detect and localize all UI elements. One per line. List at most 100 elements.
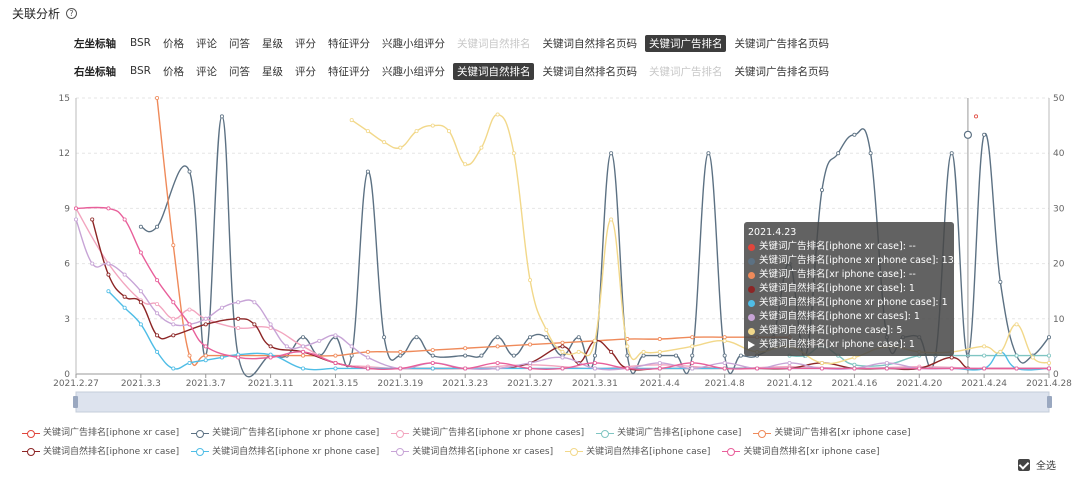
x-tick-label: 2021.3.15	[313, 379, 359, 389]
data-point	[284, 344, 289, 349]
data-point	[187, 353, 192, 358]
legend-circle-icon	[391, 429, 410, 439]
data-point	[171, 333, 176, 338]
data-point	[722, 335, 727, 340]
data-point	[252, 300, 257, 305]
data-point	[138, 300, 143, 305]
select-all-toggle[interactable]: 全选	[1018, 457, 1056, 472]
legend-item[interactable]: 关键词自然排名[xr iphone case]	[722, 445, 880, 460]
data-point	[398, 349, 403, 354]
data-point	[544, 327, 549, 332]
data-point	[528, 335, 533, 340]
data-point	[576, 349, 581, 354]
data-point	[138, 250, 143, 255]
data-point	[819, 366, 824, 371]
data-point	[219, 114, 224, 119]
data-point	[106, 261, 111, 266]
data-point	[138, 322, 143, 327]
legend-circle-icon	[565, 447, 584, 457]
data-point	[674, 353, 679, 358]
legend-item[interactable]: 关键词广告排名[iphone xr case]	[22, 426, 179, 441]
color-dot-icon	[748, 285, 755, 293]
checkbox-checked-icon[interactable]	[1018, 458, 1030, 471]
legend-label: 关键词广告排名[iphone xr phone case]	[212, 428, 380, 438]
data-point	[852, 132, 857, 137]
data-point	[365, 349, 370, 354]
tooltip-row: 关键词广告排名[iphone xr case]: --	[748, 240, 950, 254]
data-point	[155, 333, 160, 338]
data-point	[398, 366, 403, 371]
y-right-tick-label: 50	[1053, 94, 1065, 104]
x-tick-label: 2021.3.7	[186, 379, 226, 389]
data-point	[1014, 322, 1019, 327]
data-point	[155, 349, 160, 354]
data-point	[187, 360, 192, 365]
y-left-tick-label: 3	[64, 315, 70, 325]
data-point	[122, 217, 127, 222]
data-point	[74, 217, 79, 222]
tooltip-row-text: 关键词广告排名[xr iphone case]: --	[759, 269, 916, 280]
data-point	[171, 366, 176, 371]
data-point	[171, 243, 176, 248]
data-point	[544, 335, 549, 340]
legend-item[interactable]: 关键词广告排名[iphone xr phone cases]	[391, 426, 584, 441]
tooltip-row-text: 关键词自然排名[xr iphone case]: 1	[759, 339, 915, 350]
x-tick-label: 2021.4.8	[705, 379, 745, 389]
legend-label: 关键词自然排名[iphone xr phone case]	[212, 446, 380, 457]
data-point	[398, 145, 403, 150]
data-point	[236, 325, 241, 330]
x-tick-label: 2021.4.16	[831, 379, 877, 389]
data-point	[706, 151, 711, 156]
data-point	[236, 316, 241, 321]
color-dot-icon	[748, 243, 755, 251]
data-point	[592, 353, 597, 358]
data-point	[463, 353, 468, 358]
x-tick-label: 2021.3.31	[572, 379, 618, 389]
zoom-handle-right-icon	[1047, 396, 1052, 408]
x-tick-label: 2021.3.3	[121, 379, 161, 389]
data-point	[301, 344, 306, 349]
legend-item[interactable]: 关键词自然排名[iphone xr case]	[22, 445, 179, 460]
data-point	[787, 366, 792, 371]
select-all-label: 全选	[1036, 461, 1056, 472]
data-point	[917, 366, 922, 371]
data-point	[155, 96, 160, 101]
x-tick-label: 2021.3.19	[377, 379, 423, 389]
tooltip-row-text: 关键词自然排名[iphone xr phone case]: 1	[759, 297, 948, 308]
data-point	[382, 140, 387, 145]
tooltip-row: 关键词自然排名[iphone xr cases]: 1	[748, 310, 950, 324]
data-point	[430, 360, 435, 365]
data-point	[852, 362, 857, 367]
tooltip-row-text: 关键词自然排名[iphone xr case]: 1	[759, 283, 915, 294]
data-point	[592, 360, 597, 365]
data-point	[511, 151, 516, 156]
data-point	[236, 355, 241, 360]
legend-item[interactable]: 关键词广告排名[iphone xr phone case]	[191, 426, 379, 441]
data-point	[641, 353, 646, 358]
legend-item[interactable]: 关键词自然排名[iphone case]	[565, 445, 710, 460]
data-point	[155, 302, 160, 307]
data-point	[446, 129, 451, 134]
y-left-tick-label: 15	[59, 94, 70, 104]
data-point	[122, 294, 127, 299]
data-point	[203, 316, 208, 321]
data-point	[365, 355, 370, 360]
data-point	[1014, 366, 1019, 371]
legend-item[interactable]: 关键词广告排名[xr iphone case]	[753, 426, 911, 441]
data-point	[301, 335, 306, 340]
legend-item[interactable]: 关键词自然排名[iphone xr cases]	[391, 445, 553, 460]
data-point	[106, 206, 111, 211]
data-point	[657, 366, 662, 371]
data-point	[528, 342, 533, 347]
color-dot-icon	[748, 313, 755, 321]
legend-item[interactable]: 关键词广告排名[iphone case]	[596, 426, 741, 441]
data-point	[1030, 355, 1035, 360]
data-point	[868, 151, 873, 156]
legend-item[interactable]: 关键词自然排名[iphone xr phone case]	[191, 445, 379, 460]
legend-label: 关键词自然排名[iphone xr case]	[43, 446, 180, 457]
y-right-tick-label: 10	[1053, 315, 1065, 325]
data-point	[74, 206, 79, 211]
data-point	[609, 217, 614, 222]
data-point	[511, 353, 516, 358]
data-point	[365, 366, 370, 371]
